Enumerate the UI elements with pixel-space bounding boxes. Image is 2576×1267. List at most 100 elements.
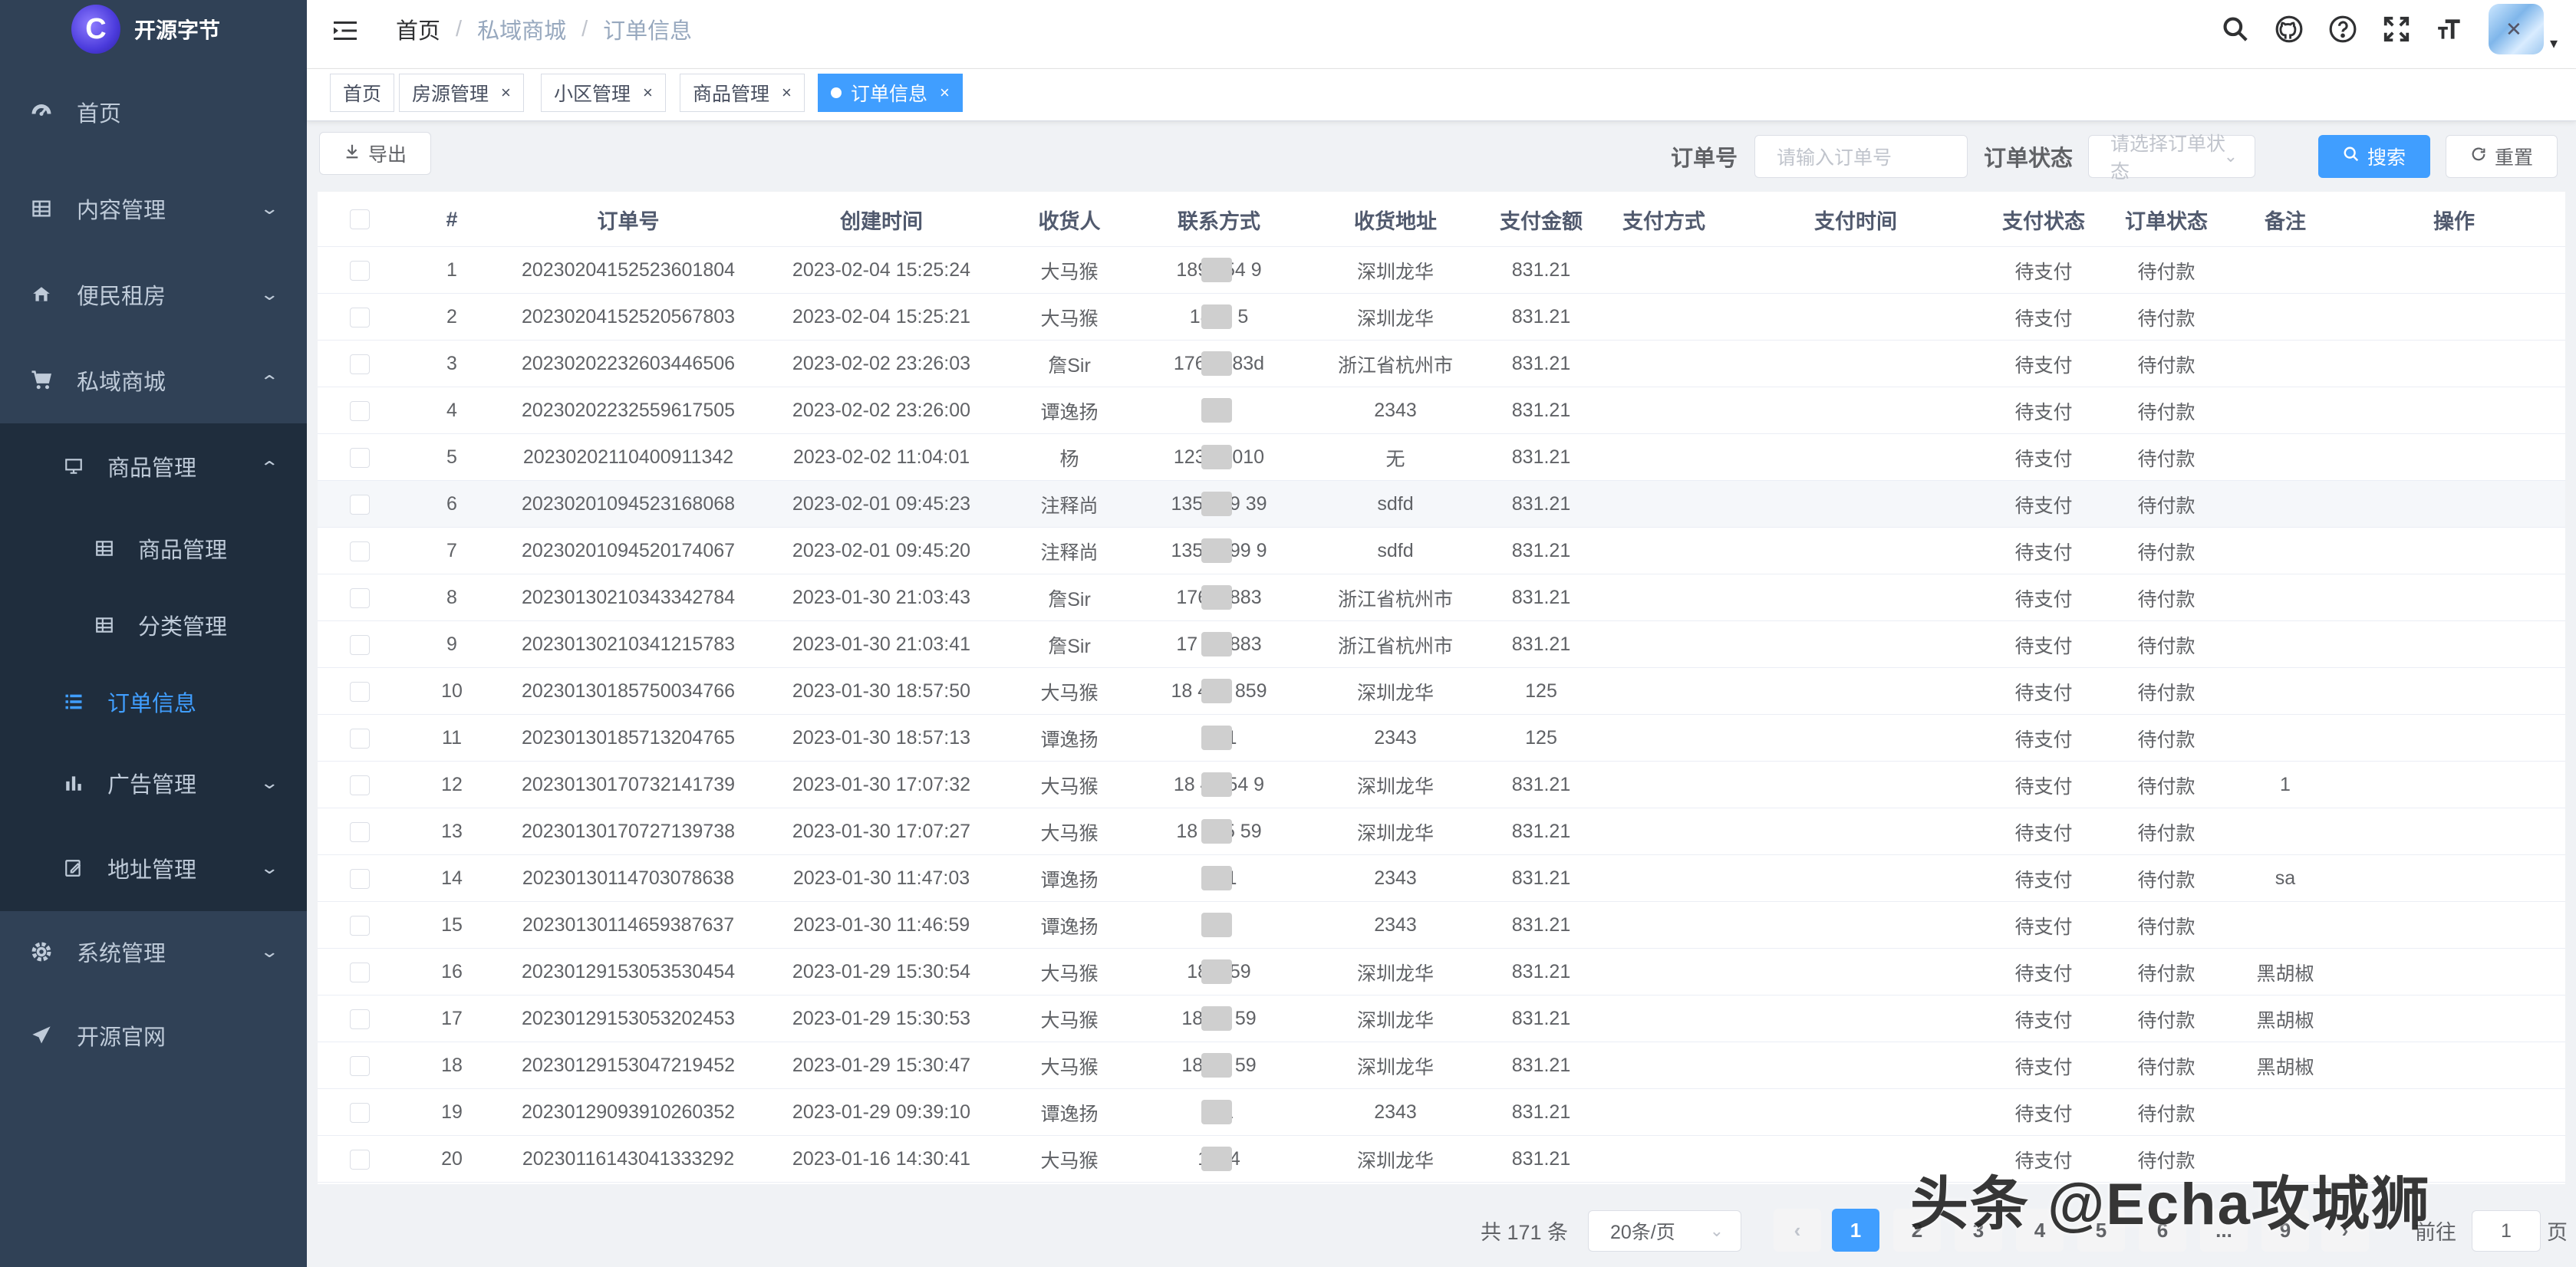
empty-cell xyxy=(2343,528,2565,574)
search-button[interactable]: 搜索 xyxy=(2318,135,2430,178)
sidebar-item-home[interactable]: 首页 xyxy=(0,58,307,166)
row-checkbox[interactable] xyxy=(350,354,370,374)
tag-house[interactable]: 房源管理 × xyxy=(399,74,524,112)
font-size-icon[interactable] xyxy=(2435,14,2466,44)
order-status-select[interactable]: 请选择订单状态 ⌄ xyxy=(2088,133,2255,183)
github-icon[interactable] xyxy=(2274,14,2304,44)
sidebar-item-mall[interactable]: 私域商城 ⌄ xyxy=(0,337,307,423)
sidebar-item-category[interactable]: 分类管理 xyxy=(0,587,307,663)
column-header: 支付金额 xyxy=(1500,209,1583,233)
pay-status: 待支付 xyxy=(2014,308,2073,330)
table-row[interactable]: 19 20230129093910260352 2023-01-29 09:39:1… xyxy=(318,1089,2565,1136)
receiver-address: 2343 xyxy=(1374,914,1417,936)
select-all-checkbox[interactable] xyxy=(350,209,370,229)
table-row[interactable]: 12 20230130170732141739 2023-01-30 17:07:3… xyxy=(318,762,2565,808)
row-checkbox[interactable] xyxy=(350,1149,370,1170)
table-row[interactable]: 15 20230130114659387637 2023-01-30 11:46:5… xyxy=(318,902,2565,949)
chevron-down-icon[interactable]: ▾ xyxy=(2550,34,2558,53)
tag-community[interactable]: 小区管理 × xyxy=(541,74,666,112)
sidebar-item-label: 私域商城 xyxy=(77,370,166,395)
receiver-address: 深圳龙华 xyxy=(1356,1150,1434,1172)
remark xyxy=(2228,294,2343,341)
close-icon[interactable]: × xyxy=(782,83,792,103)
table-row[interactable]: 18 20230129153047219452 2023-01-29 15:30:4… xyxy=(318,1042,2565,1089)
table-row[interactable]: 3 20230202232603446506 2023-02-02 23:26:03… xyxy=(318,341,2565,387)
row-index: 5 xyxy=(446,446,457,468)
row-checkbox[interactable] xyxy=(350,962,370,982)
page-size-select[interactable]: 20条/页 ⌄ xyxy=(1588,1210,1741,1252)
sidebar-item-orders[interactable]: 订单信息 xyxy=(0,663,307,741)
row-checkbox[interactable] xyxy=(350,400,370,421)
table-row[interactable]: 16 20230129153053530454 2023-01-29 15:30:5… xyxy=(318,949,2565,995)
help-icon[interactable] xyxy=(2327,14,2358,44)
order-no-input[interactable]: 请输入订单号 xyxy=(1754,135,1968,178)
row-checkbox[interactable] xyxy=(350,587,370,608)
order-status-label: 订单状态 xyxy=(1984,146,2074,171)
pay-status: 待支付 xyxy=(2014,1103,2073,1125)
row-checkbox[interactable] xyxy=(350,447,370,468)
row-checkbox[interactable] xyxy=(350,821,370,842)
row-checkbox[interactable] xyxy=(350,1102,370,1123)
contact-phone: 111 xyxy=(1131,1089,1307,1136)
sidebar-item-content[interactable]: 内容管理 ⌄ xyxy=(0,166,307,252)
order-number: 20230130114703078638 xyxy=(522,867,735,889)
sidebar-item-system[interactable]: 系统管理 ⌄ xyxy=(0,911,307,992)
tag-home[interactable]: 首页 xyxy=(330,74,395,112)
goto-page-input[interactable]: 1 xyxy=(2472,1210,2541,1252)
breadcrumb-item: 订单信息 xyxy=(603,19,693,44)
row-checkbox[interactable] xyxy=(350,775,370,795)
close-icon[interactable]: × xyxy=(643,83,653,103)
row-checkbox-cell xyxy=(318,341,402,387)
table-row[interactable]: 14 20230130114703078638 2023-01-30 11:47:0… xyxy=(318,855,2565,902)
breadcrumb-item[interactable]: 首页 xyxy=(396,13,440,45)
table-row[interactable]: 5 20230202110400911342 2023-02-02 11:04:01… xyxy=(318,434,2565,481)
table-row[interactable]: 17 20230129153053202453 2023-01-29 15:30:5… xyxy=(318,995,2565,1042)
sidebar-item-goods[interactable]: 商品管理 xyxy=(0,509,307,587)
receiver-name: 詹Sir xyxy=(1048,635,1091,657)
row-checkbox[interactable] xyxy=(350,728,370,749)
page-button[interactable]: 1 xyxy=(1832,1209,1879,1252)
row-checkbox[interactable] xyxy=(350,1009,370,1029)
table-row[interactable]: 11 20230130185713204765 2023-01-30 18:57:1… xyxy=(318,715,2565,762)
logo[interactable]: C 开源字节 xyxy=(0,0,307,58)
order-number: 20230130185750034766 xyxy=(521,680,736,702)
table-row[interactable]: 1 20230204152523601804 2023-02-04 15:25:24… xyxy=(318,247,2565,294)
row-checkbox[interactable] xyxy=(350,494,370,515)
created-time: 2023-02-04 15:25:24 xyxy=(792,259,971,281)
prev-page-button[interactable]: ‹ xyxy=(1774,1209,1821,1252)
close-icon[interactable]: × xyxy=(501,83,511,103)
table-row[interactable]: 6 20230201094523168068 2023-02-01 09:45:23… xyxy=(318,481,2565,528)
row-checkbox[interactable] xyxy=(350,634,370,655)
search-icon[interactable] xyxy=(2220,14,2251,44)
sidebar-item-website[interactable]: 开源官网 xyxy=(0,992,307,1078)
row-checkbox[interactable] xyxy=(350,307,370,327)
sidebar-item-goods-group[interactable]: 商品管理 ⌄ xyxy=(0,423,307,509)
tag-goods[interactable]: 商品管理 × xyxy=(680,74,805,112)
table-row[interactable]: 2 20230204152520567803 2023-02-04 15:25:21… xyxy=(318,294,2565,341)
sidebar-item-address[interactable]: 地址管理 ⌄ xyxy=(0,825,307,911)
row-checkbox[interactable] xyxy=(350,1055,370,1076)
table-row[interactable]: 7 20230201094520174067 2023-02-01 09:45:20… xyxy=(318,528,2565,574)
row-checkbox[interactable] xyxy=(350,681,370,702)
table-row[interactable]: 13 20230130170727139738 2023-01-30 17:07:2… xyxy=(318,808,2565,855)
row-checkbox[interactable] xyxy=(350,541,370,561)
reset-button[interactable]: 重置 xyxy=(2446,135,2558,178)
receiver-name: 杨 xyxy=(1059,448,1079,470)
row-checkbox[interactable] xyxy=(350,868,370,889)
close-icon[interactable]: × xyxy=(940,83,950,103)
fullscreen-icon[interactable] xyxy=(2381,14,2412,44)
table-row[interactable]: 9 20230130210341215783 2023-01-30 21:03:41… xyxy=(318,621,2565,668)
export-button[interactable]: 导出 xyxy=(319,132,431,175)
hamburger-icon[interactable] xyxy=(331,17,359,44)
table-row[interactable]: 4 20230202232559617505 2023-02-02 23:26:00… xyxy=(318,387,2565,434)
tag-orders[interactable]: 订单信息 × xyxy=(818,74,963,112)
row-checkbox[interactable] xyxy=(350,915,370,936)
table-row[interactable]: 8 20230130210343342784 2023-01-30 21:03:43… xyxy=(318,574,2565,621)
order-number: 20230202110400911342 xyxy=(522,446,734,468)
table-row[interactable]: 10 20230130185750034766 2023-01-30 18:57:5… xyxy=(318,668,2565,715)
sidebar-item-rental[interactable]: 便民租房 ⌄ xyxy=(0,252,307,337)
avatar[interactable] xyxy=(2488,4,2544,54)
row-checkbox[interactable] xyxy=(350,260,370,281)
empty-cell xyxy=(1599,1089,1729,1136)
sidebar-item-ads[interactable]: 广告管理 ⌄ xyxy=(0,741,307,825)
